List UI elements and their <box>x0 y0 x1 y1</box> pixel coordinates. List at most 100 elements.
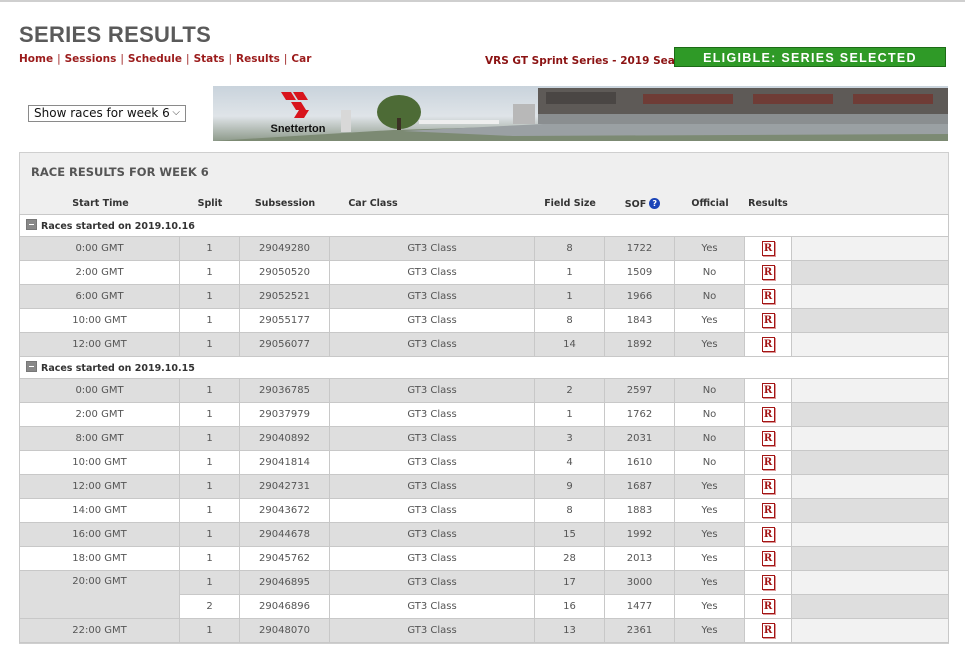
sof-cell: 1762 <box>604 402 675 427</box>
subsession-cell[interactable]: 29045762 <box>239 546 330 571</box>
result-document-icon[interactable]: R <box>761 431 775 446</box>
subsession-cell[interactable]: 29036785 <box>239 378 330 403</box>
filler-cell <box>791 450 949 475</box>
result-document-icon[interactable]: R <box>761 503 775 518</box>
collapse-icon[interactable] <box>26 219 37 230</box>
official-cell: No <box>674 378 745 403</box>
split-cell: 1 <box>179 378 240 403</box>
subsession-cell[interactable]: 29052521 <box>239 284 330 309</box>
start-time-cell: 10:00 GMT <box>19 308 180 333</box>
car-class-cell: GT3 Class <box>329 618 535 643</box>
result-document-icon[interactable]: R <box>761 383 775 398</box>
result-document-icon[interactable]: R <box>761 337 775 352</box>
field-size-cell: 17 <box>534 570 605 595</box>
results-cell: R <box>744 570 792 595</box>
table-row: 12:00 GMT 1 29056077 GT3 Class 14 1892 Yes R <box>19 332 949 357</box>
result-document-icon[interactable]: R <box>761 527 775 542</box>
nav-sessions-link[interactable]: Sessions <box>65 53 117 65</box>
split-cell: 1 <box>179 308 240 333</box>
week-select[interactable]: Show races for week 6 ⌵ <box>28 105 186 122</box>
split-cell: 1 <box>179 426 240 451</box>
subsession-cell[interactable]: 29049280 <box>239 236 330 261</box>
official-cell: Yes <box>674 546 745 571</box>
sof-cell: 1722 <box>604 236 675 261</box>
result-document-icon[interactable]: R <box>761 479 775 494</box>
column-header-subsession: Subsession <box>254 198 316 209</box>
subsession-cell[interactable]: 29046895 <box>239 570 330 595</box>
subsession-cell[interactable]: 29055177 <box>239 308 330 333</box>
nav-separator: | <box>120 53 124 65</box>
results-cell: R <box>744 498 792 523</box>
table-row: 12:00 GMT 1 29042731 GT3 Class 9 1687 Yes R <box>19 474 949 499</box>
field-size-cell: 1 <box>534 402 605 427</box>
sof-cell: 2013 <box>604 546 675 571</box>
result-document-icon[interactable]: R <box>761 623 775 638</box>
results-title: RACE RESULTS FOR WEEK 6 <box>31 165 209 179</box>
subsession-cell[interactable]: 29044678 <box>239 522 330 547</box>
field-size-cell: 3 <box>534 426 605 451</box>
result-document-icon[interactable]: R <box>761 551 775 566</box>
nav-car-link[interactable]: Car <box>291 53 311 65</box>
start-time-cell: 2:00 GMT <box>19 402 180 427</box>
result-document-icon[interactable]: R <box>761 407 775 422</box>
nav-results-link[interactable]: Results <box>236 53 280 65</box>
filler-cell <box>791 378 949 403</box>
nav-stats-link[interactable]: Stats <box>194 53 225 65</box>
result-document-icon[interactable]: R <box>761 599 775 614</box>
split-cell: 2 <box>179 594 240 619</box>
group-label: Races started on 2019.10.15 <box>41 363 195 374</box>
subsession-cell[interactable]: 29042731 <box>239 474 330 499</box>
nav-schedule-link[interactable]: Schedule <box>128 53 182 65</box>
track-logo: Snetterton <box>263 90 333 141</box>
table-row: 22:00 GMT 1 29048070 GT3 Class 13 2361 Yes R <box>19 618 949 643</box>
result-document-icon[interactable]: R <box>761 241 775 256</box>
filler-cell <box>791 332 949 357</box>
results-cell: R <box>744 260 792 285</box>
subsession-cell[interactable]: 29050520 <box>239 260 330 285</box>
car-class-cell: GT3 Class <box>329 498 535 523</box>
field-size-cell: 1 <box>534 260 605 285</box>
field-size-cell: 8 <box>534 308 605 333</box>
subsession-cell[interactable]: 29043672 <box>239 498 330 523</box>
subsession-cell[interactable]: 29056077 <box>239 332 330 357</box>
result-document-icon[interactable]: R <box>761 575 775 590</box>
filler-cell <box>791 618 949 643</box>
group-header-row[interactable]: Races started on 2019.10.16 <box>19 214 949 237</box>
group-header-row[interactable]: Races started on 2019.10.15 <box>19 356 949 379</box>
start-time-cell: 0:00 GMT <box>19 378 180 403</box>
split-cell: 1 <box>179 522 240 547</box>
subsession-cell[interactable]: 29048070 <box>239 618 330 643</box>
start-time-cell: 10:00 GMT <box>19 450 180 475</box>
start-time-cell: 0:00 GMT <box>19 236 180 261</box>
result-document-icon[interactable]: R <box>761 455 775 470</box>
field-size-cell: 8 <box>534 498 605 523</box>
subsession-cell[interactable]: 29037979 <box>239 402 330 427</box>
result-document-icon[interactable]: R <box>761 289 775 304</box>
filler-cell <box>791 570 949 595</box>
official-cell: Yes <box>674 570 745 595</box>
start-time-cell: 12:00 GMT <box>19 332 180 357</box>
collapse-icon[interactable] <box>26 361 37 372</box>
help-icon[interactable]: ? <box>649 198 661 209</box>
car-class-cell: GT3 Class <box>329 594 535 619</box>
group-header-cell: Races started on 2019.10.15 <box>19 356 949 379</box>
track-name: Snetterton <box>270 123 326 135</box>
table-row: 8:00 GMT 1 29040892 GT3 Class 3 2031 No R <box>19 426 949 451</box>
car-class-cell: GT3 Class <box>329 426 535 451</box>
snetterton-logo-mark <box>281 92 309 118</box>
subsession-cell[interactable]: 29040892 <box>239 426 330 451</box>
field-size-cell: 16 <box>534 594 605 619</box>
group-header-cell: Races started on 2019.10.16 <box>19 214 949 237</box>
subsession-cell[interactable]: 29041814 <box>239 450 330 475</box>
split-cell: 1 <box>179 332 240 357</box>
official-cell: No <box>674 284 745 309</box>
car-class-cell: GT3 Class <box>329 522 535 547</box>
table-row: 6:00 GMT 1 29052521 GT3 Class 1 1966 No R <box>19 284 949 309</box>
result-document-icon[interactable]: R <box>761 265 775 280</box>
group-label: Races started on 2019.10.16 <box>41 221 195 232</box>
results-cell: R <box>744 450 792 475</box>
subsession-cell[interactable]: 29046896 <box>239 594 330 619</box>
result-document-icon[interactable]: R <box>761 313 775 328</box>
results-panel: RACE RESULTS FOR WEEK 6 Start Time Split… <box>19 152 949 644</box>
nav-home-link[interactable]: Home <box>19 53 53 65</box>
